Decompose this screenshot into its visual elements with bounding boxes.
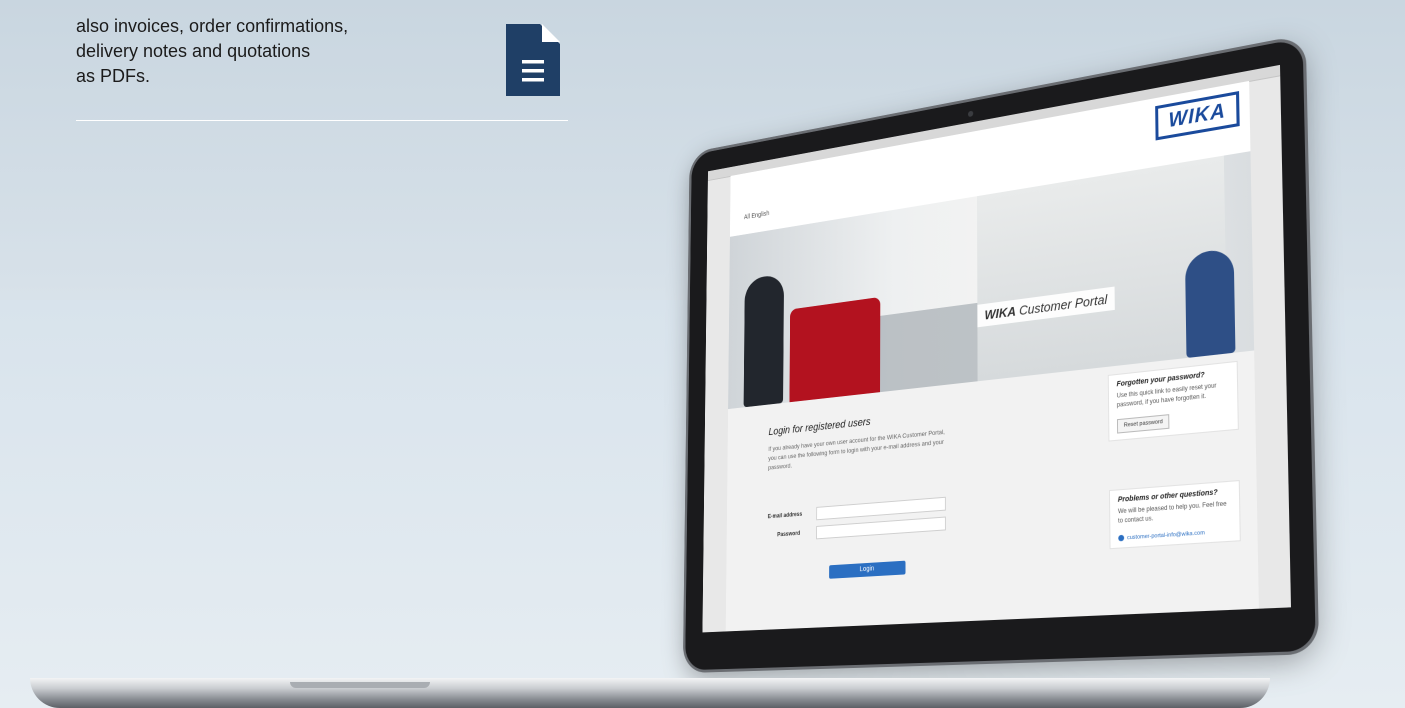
customer-portal-page: WIKA All English WIKA Customer Portal Lo… xyxy=(725,80,1259,632)
laptop-notch xyxy=(290,682,430,688)
laptop-screen: WIKA All English WIKA Customer Portal Lo… xyxy=(685,37,1316,671)
camera-icon xyxy=(967,110,974,118)
language-selector[interactable]: All English xyxy=(744,210,769,221)
wika-logo[interactable]: WIKA xyxy=(1155,91,1240,141)
hero-person xyxy=(1184,247,1236,359)
laptop-illustration: WIKA All English WIKA Customer Portal Lo… xyxy=(0,0,1405,708)
hero-desk xyxy=(873,302,978,393)
hero-red-chair xyxy=(789,296,881,403)
hero-person xyxy=(743,273,785,408)
screen-bezel: WIKA All English WIKA Customer Portal Lo… xyxy=(685,37,1316,671)
help-text: We will be pleased to help you. Feel fre… xyxy=(1117,501,1227,525)
email-label: E-mail address xyxy=(767,511,803,521)
reset-password-button[interactable]: Reset password xyxy=(1116,414,1170,434)
badge-brand: WIKA xyxy=(984,303,1016,323)
laptop-base xyxy=(30,678,1270,708)
help-box: Problems or other questions? We will be … xyxy=(1108,479,1241,550)
forgot-password-box: Forgotten your password? Use this quick … xyxy=(1107,360,1239,442)
contact-email-link[interactable]: customer-portal-info@wika.com xyxy=(1118,528,1231,542)
contact-email: customer-portal-info@wika.com xyxy=(1127,530,1205,542)
login-title: Login for registered users xyxy=(768,416,871,438)
login-button[interactable]: Login xyxy=(829,560,906,579)
screen-display: WIKA All English WIKA Customer Portal Lo… xyxy=(702,64,1292,633)
mail-icon xyxy=(1118,534,1125,542)
email-field[interactable] xyxy=(816,496,946,521)
password-label: Password xyxy=(777,530,801,539)
password-field[interactable] xyxy=(816,516,946,540)
